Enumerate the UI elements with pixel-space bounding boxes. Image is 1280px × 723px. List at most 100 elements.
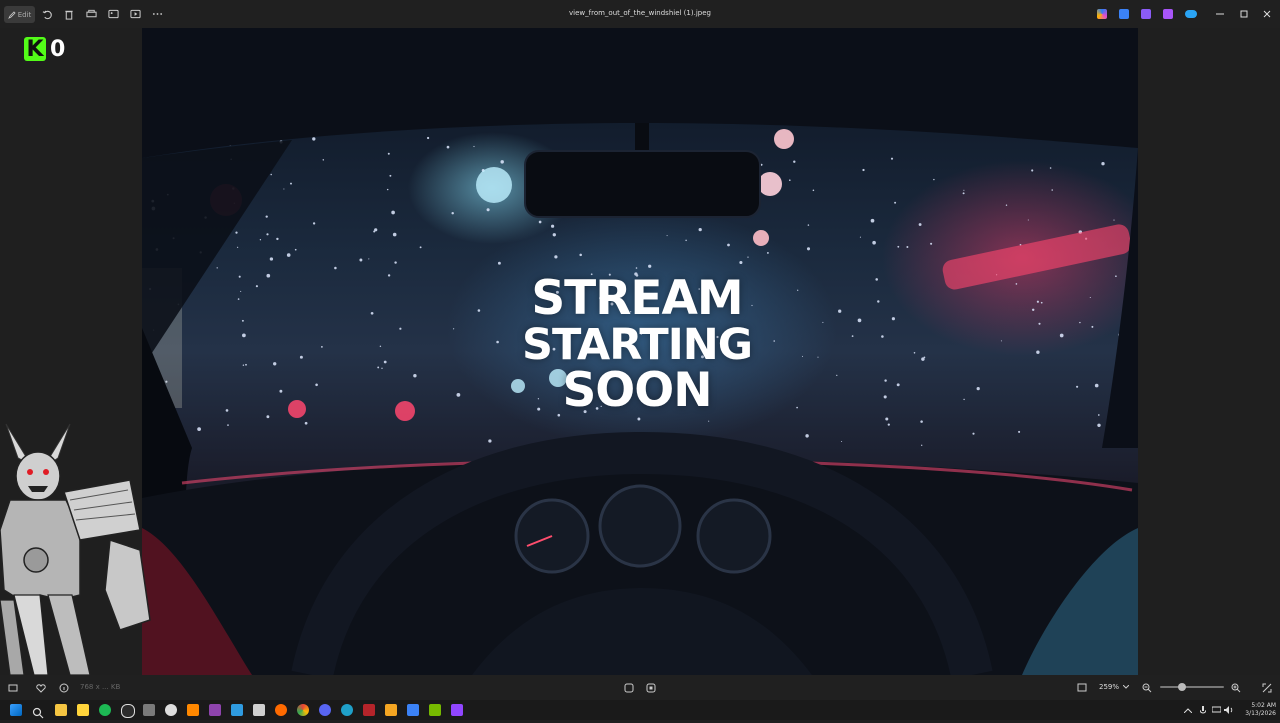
chevron-down-icon	[1123, 685, 1130, 689]
snow-particle	[304, 421, 308, 425]
filezilla-icon[interactable]	[363, 704, 375, 716]
snow-particle	[817, 356, 819, 358]
edit-button[interactable]: Edit	[4, 6, 35, 23]
status-bar: 768 x ... KB 259%	[0, 675, 1280, 700]
close-button[interactable]	[1260, 8, 1274, 20]
notepad-icon[interactable]	[253, 704, 265, 716]
store-icon[interactable]	[385, 704, 397, 716]
info-button[interactable]	[57, 681, 71, 694]
snow-particle	[399, 327, 402, 330]
clipchamp-icon[interactable]	[1141, 9, 1151, 19]
snow-particle	[883, 395, 887, 399]
file-explorer-icon[interactable]	[55, 704, 67, 716]
firefox-icon[interactable]	[275, 704, 287, 716]
snow-particle	[1027, 219, 1029, 221]
snow-particle	[894, 201, 897, 204]
delete-button[interactable]	[60, 6, 78, 22]
music-app-icon[interactable]	[99, 704, 111, 716]
minimize-button[interactable]	[1213, 8, 1227, 20]
zoom-out-button[interactable]	[1141, 681, 1153, 694]
photos-edit-icon[interactable]	[1119, 9, 1129, 19]
snow-particle	[322, 159, 325, 161]
snow-particle	[896, 383, 900, 387]
more-button[interactable]	[148, 6, 166, 22]
snow-particle	[387, 152, 390, 155]
snow-particle	[236, 246, 239, 248]
snow-particle	[286, 253, 291, 257]
snow-particle	[920, 420, 923, 423]
snow-particle	[897, 245, 900, 248]
zoom-in-button[interactable]	[1230, 681, 1242, 694]
snow-particle	[805, 434, 809, 438]
snow-particle	[381, 367, 383, 369]
snow-particle	[872, 240, 876, 245]
slideshow-button[interactable]	[126, 6, 144, 22]
snow-particle	[197, 427, 201, 431]
network-icon[interactable]	[1212, 706, 1221, 714]
snow-particle	[237, 298, 240, 300]
snow-particle	[265, 215, 268, 218]
tray-overflow-icon[interactable]	[1183, 706, 1192, 714]
fit-to-window-button[interactable]	[622, 681, 636, 694]
snow-particle	[273, 362, 277, 366]
snow-particle	[921, 444, 923, 446]
copilot-icon[interactable]	[1097, 9, 1107, 19]
headline-line-1: STREAM	[531, 271, 743, 326]
snow-particle	[1113, 219, 1115, 221]
rotate-icon	[42, 10, 52, 19]
crop-button[interactable]	[104, 6, 122, 22]
snow-particle	[963, 189, 965, 191]
vlc-icon[interactable]	[165, 704, 177, 716]
snow-particle	[1036, 300, 1039, 303]
twitch-icon[interactable]	[451, 704, 463, 716]
discord-icon[interactable]	[319, 704, 331, 716]
snow-particle	[921, 357, 925, 361]
snow-particle	[708, 420, 710, 422]
system-clock[interactable]: 5:02 AM 3/13/2026	[1236, 702, 1276, 718]
zoom-slider-thumb[interactable]	[1178, 683, 1187, 691]
notes-icon[interactable]	[77, 704, 89, 716]
snow-particle	[554, 255, 558, 259]
volume-icon[interactable]	[1224, 706, 1233, 714]
unity-icon[interactable]	[143, 704, 155, 716]
snow-particle	[885, 417, 889, 421]
obs-icon[interactable]	[121, 704, 135, 718]
info-icon	[59, 683, 69, 692]
fullscreen-button[interactable]	[1260, 681, 1274, 694]
snow-particle	[685, 239, 687, 242]
snow-particle	[413, 374, 417, 378]
settings-icon[interactable]	[407, 704, 419, 716]
edge-icon[interactable]	[341, 704, 353, 716]
filmstrip-button[interactable]	[6, 681, 20, 694]
actual-size-button[interactable]	[644, 681, 658, 694]
microphone-icon[interactable]	[1198, 706, 1207, 714]
designer-icon[interactable]	[1163, 9, 1173, 19]
image-canvas[interactable]: STREAM STARTING SOON	[142, 28, 1138, 675]
snow-particle	[266, 415, 270, 419]
rotate-button[interactable]	[38, 6, 56, 22]
search-icon[interactable]	[32, 704, 44, 719]
snow-particle	[238, 275, 241, 278]
favorite-button[interactable]	[34, 681, 48, 694]
snow-particle	[838, 309, 842, 313]
maximize-button[interactable]	[1237, 8, 1251, 20]
windows-start-icon[interactable]	[10, 704, 22, 716]
zoom-dropdown[interactable]: 259%	[1095, 680, 1141, 694]
snow-particle	[807, 224, 810, 226]
snow-particle	[312, 137, 316, 141]
onedrive-icon[interactable]	[1185, 10, 1197, 18]
view-mode-button[interactable]	[1075, 681, 1089, 694]
zoom-slider[interactable]	[1160, 683, 1224, 691]
nvidia-icon[interactable]	[429, 704, 441, 716]
photos-icon[interactable]	[231, 704, 243, 716]
headline-text: STREAM STARTING SOON	[472, 271, 802, 418]
print-button[interactable]	[82, 6, 100, 22]
visual-studio-icon[interactable]	[209, 704, 221, 716]
chrome-icon[interactable]	[297, 704, 309, 716]
headline-line-3: SOON	[562, 363, 712, 418]
snow-particle	[473, 145, 475, 148]
steam-icon[interactable]	[187, 704, 199, 716]
snow-particle	[488, 439, 492, 443]
snow-particle	[391, 210, 395, 215]
snow-particle	[1038, 322, 1041, 325]
